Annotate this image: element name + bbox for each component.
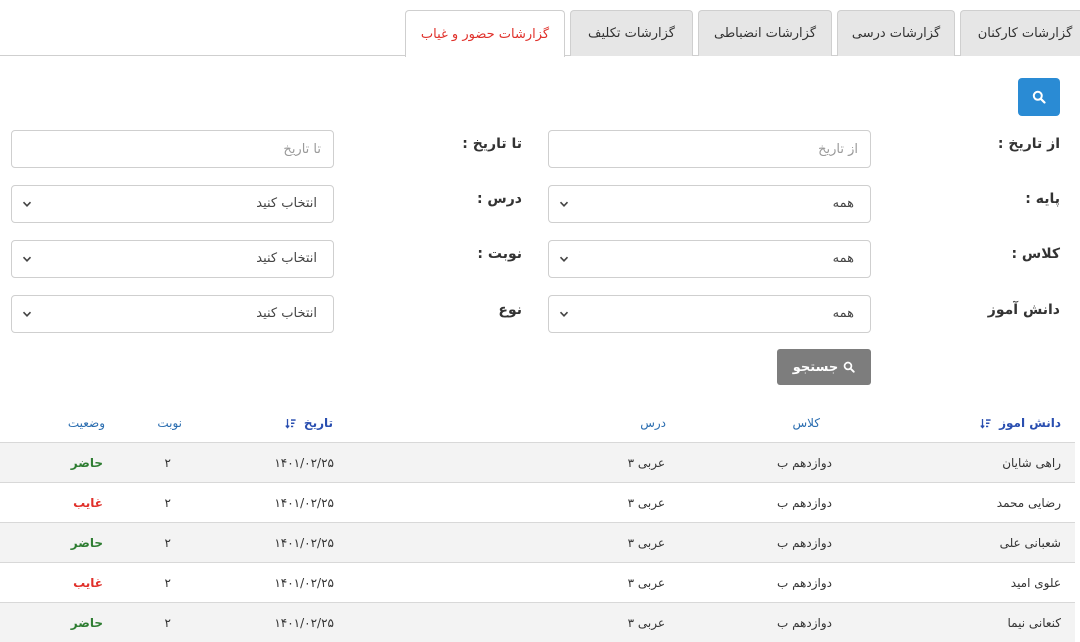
grade-label: پایه : bbox=[1025, 191, 1060, 207]
cell-lesson: عربی ۳ bbox=[627, 496, 665, 510]
tab-label: گزارشات کارکنان bbox=[977, 26, 1073, 41]
table-row: کنعانی نیما دوازدهم ب عربی ۳ ۱۴۰۱/۰۲/۲۵ … bbox=[0, 603, 1075, 642]
table-row: رضایی محمد دوازدهم ب عربی ۳ ۱۴۰۱/۰۲/۲۵ ۲… bbox=[0, 483, 1075, 523]
type-label: نوع bbox=[498, 302, 522, 318]
status-badge: غایب bbox=[73, 576, 103, 590]
cell-lesson: عربی ۳ bbox=[627, 536, 665, 550]
to-date-field[interactable] bbox=[11, 130, 334, 168]
chevron-down-icon bbox=[559, 311, 569, 317]
cell-date: ۱۴۰۱/۰۲/۲۵ bbox=[274, 616, 334, 630]
type-select[interactable]: انتخاب کنید bbox=[11, 295, 334, 333]
status-badge: حاضر bbox=[70, 536, 103, 550]
status-badge: غایب bbox=[73, 496, 103, 510]
from-date-label: از تاریخ : bbox=[997, 136, 1060, 152]
class-select[interactable]: همه bbox=[548, 240, 871, 278]
from-date-input[interactable] bbox=[549, 131, 870, 167]
chevron-down-icon bbox=[22, 311, 32, 317]
column-header-student[interactable]: دانش اموز bbox=[980, 403, 1061, 443]
column-header-label: دانش اموز bbox=[999, 416, 1061, 430]
sort-icon bbox=[980, 419, 991, 429]
tab-lesson-reports[interactable]: گزارشات درسی bbox=[837, 10, 955, 56]
table-row: راهی شایان دوازدهم ب عربی ۳ ۱۴۰۱/۰۲/۲۵ ۲… bbox=[0, 443, 1075, 483]
table-row: شعبانی علی دوازدهم ب عربی ۳ ۱۴۰۱/۰۲/۲۵ ۲… bbox=[0, 523, 1075, 563]
column-header-label: تاریخ bbox=[303, 416, 333, 430]
column-header-date[interactable]: تاریخ bbox=[285, 403, 333, 443]
cell-shift: ۲ bbox=[164, 616, 171, 630]
tab-label: گزارشات حضور و غیاب bbox=[420, 26, 550, 42]
cell-date: ۱۴۰۱/۰۲/۲۵ bbox=[274, 496, 334, 510]
column-header-lesson: درس bbox=[640, 416, 666, 430]
cell-date: ۱۴۰۱/۰۲/۲۵ bbox=[274, 576, 334, 590]
search-icon bbox=[1032, 90, 1046, 104]
tab-homework-reports[interactable]: گزارشات تکلیف bbox=[570, 10, 693, 56]
cell-shift: ۲ bbox=[164, 456, 171, 470]
lesson-label: درس : bbox=[476, 191, 522, 207]
tab-attendance-reports[interactable]: گزارشات حضور و غیاب bbox=[405, 10, 565, 57]
chevron-down-icon bbox=[559, 201, 569, 207]
cell-shift: ۲ bbox=[164, 536, 171, 550]
table-header: دانش اموز کلاس درس تاریخ نوبت وضعیت bbox=[0, 403, 1075, 443]
attendance-table: دانش اموز کلاس درس تاریخ نوبت وضعیت راهی… bbox=[0, 403, 1075, 642]
tab-staff-reports[interactable]: گزارشات کارکنان bbox=[960, 10, 1080, 56]
to-date-input[interactable] bbox=[12, 131, 333, 167]
from-date-field[interactable] bbox=[548, 130, 871, 168]
student-selected-value: همه bbox=[832, 306, 854, 321]
search-button-label: جستجو bbox=[792, 359, 839, 375]
lesson-select[interactable]: انتخاب کنید bbox=[11, 185, 334, 223]
search-icon bbox=[843, 361, 855, 373]
cell-student: شعبانی علی bbox=[999, 536, 1061, 550]
shift-selected-value: انتخاب کنید bbox=[256, 251, 317, 266]
cell-student: کنعانی نیما bbox=[1007, 616, 1062, 630]
status-badge: حاضر bbox=[70, 456, 103, 470]
cell-class: دوازدهم ب bbox=[776, 616, 832, 630]
cell-date: ۱۴۰۱/۰۲/۲۵ bbox=[274, 456, 334, 470]
tab-discipline-reports[interactable]: گزارشات انضباطی bbox=[698, 10, 832, 56]
cell-date: ۱۴۰۱/۰۲/۲۵ bbox=[274, 536, 334, 550]
cell-student: علوی امید bbox=[1010, 576, 1061, 590]
search-button[interactable]: جستجو bbox=[777, 349, 871, 385]
sort-icon bbox=[285, 419, 296, 429]
tab-label: گزارشات انضباطی bbox=[713, 26, 817, 41]
report-tabs: گزارشات کارکنان گزارشات درسی گزارشات انض… bbox=[0, 10, 1080, 57]
chevron-down-icon bbox=[22, 201, 32, 207]
cell-class: دوازدهم ب bbox=[776, 496, 832, 510]
cell-shift: ۲ bbox=[164, 496, 171, 510]
toggle-search-button[interactable] bbox=[1018, 78, 1060, 116]
shift-select[interactable]: انتخاب کنید bbox=[11, 240, 334, 278]
column-header-shift: نوبت bbox=[157, 416, 182, 430]
student-label: دانش آموز bbox=[987, 302, 1060, 318]
cell-lesson: عربی ۳ bbox=[627, 576, 665, 590]
cell-student: رضایی محمد bbox=[996, 496, 1061, 510]
cell-shift: ۲ bbox=[164, 576, 171, 590]
status-badge: حاضر bbox=[70, 616, 103, 630]
class-selected-value: همه bbox=[832, 251, 854, 266]
chevron-down-icon bbox=[22, 256, 32, 262]
chevron-down-icon bbox=[559, 256, 569, 262]
grade-select[interactable]: همه bbox=[548, 185, 871, 223]
grade-selected-value: همه bbox=[832, 196, 854, 211]
cell-class: دوازدهم ب bbox=[776, 536, 832, 550]
student-select[interactable]: همه bbox=[548, 295, 871, 333]
shift-label: نوبت : bbox=[477, 246, 522, 262]
cell-student: راهی شایان bbox=[1002, 456, 1061, 470]
to-date-label: تا تاریخ : bbox=[462, 136, 522, 152]
cell-class: دوازدهم ب bbox=[776, 456, 832, 470]
lesson-selected-value: انتخاب کنید bbox=[256, 196, 317, 211]
cell-lesson: عربی ۳ bbox=[627, 456, 665, 470]
table-row: علوی امید دوازدهم ب عربی ۳ ۱۴۰۱/۰۲/۲۵ ۲ … bbox=[0, 563, 1075, 603]
column-header-status: وضعیت bbox=[67, 416, 105, 430]
class-label: کلاس : bbox=[1011, 246, 1060, 262]
cell-class: دوازدهم ب bbox=[776, 576, 832, 590]
cell-lesson: عربی ۳ bbox=[627, 616, 665, 630]
type-selected-value: انتخاب کنید bbox=[256, 306, 317, 321]
tab-label: گزارشات تکلیف bbox=[588, 26, 675, 41]
column-header-class: کلاس bbox=[792, 416, 820, 430]
tab-label: گزارشات درسی bbox=[851, 26, 941, 41]
